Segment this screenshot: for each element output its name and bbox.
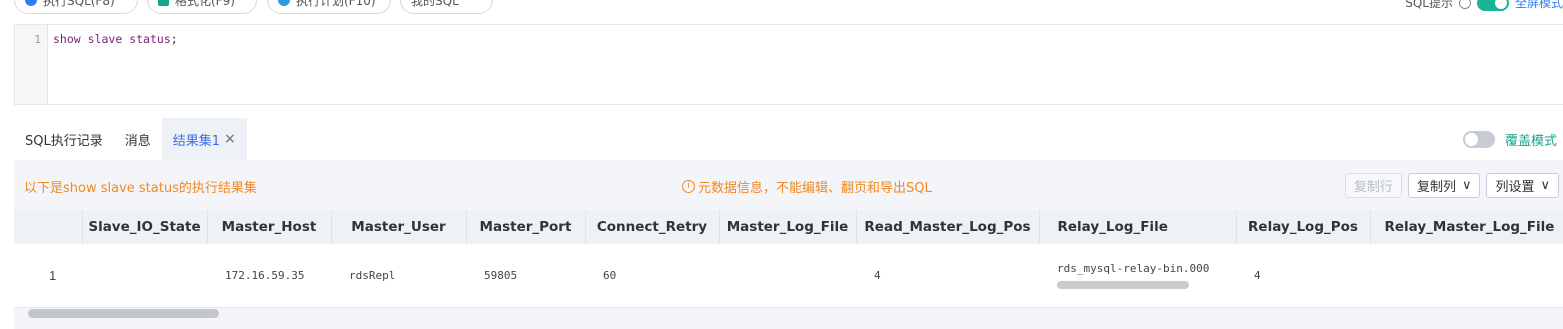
info-icon: i xyxy=(682,180,695,193)
format-icon xyxy=(158,0,169,6)
cell-scrollbar[interactable] xyxy=(1057,280,1189,289)
result-tabs: SQL执行记录 消息 结果集1 × xyxy=(14,118,247,160)
tab-sql-history[interactable]: SQL执行记录 xyxy=(14,118,114,160)
line-number: 1 xyxy=(34,33,41,46)
cell-text: rds_mysql-relay-bin.000 xyxy=(1057,261,1210,275)
column-header[interactable]: Relay_Log_File xyxy=(1039,210,1237,244)
code-keyword: status xyxy=(129,32,171,46)
column-header[interactable]: Read_Master_Log_Pos xyxy=(856,210,1040,244)
table-row[interactable]: 1 172.16.59.35 rdsRepl 59805 60 4 rds_my… xyxy=(14,244,1563,308)
help-icon[interactable] xyxy=(1458,0,1471,9)
code-keyword: show xyxy=(53,32,81,46)
row-number: 1 xyxy=(14,244,82,308)
explain-plan-button[interactable]: 执行计划(F10) xyxy=(267,0,391,14)
column-header[interactable]: Connect_Retry xyxy=(585,210,720,244)
close-icon[interactable]: × xyxy=(224,131,236,147)
column-header[interactable]: Relay_Log_Pos xyxy=(1236,210,1371,244)
warning-text: 元数据信息，不能编辑、翻页和导出SQL xyxy=(698,181,932,196)
table-cell[interactable] xyxy=(719,244,856,308)
override-mode-toggle[interactable] xyxy=(1462,131,1495,148)
tab-messages[interactable]: 消息 xyxy=(114,118,162,160)
sql-hint-label: SQL提示 xyxy=(1405,0,1453,10)
column-settings-button[interactable]: 列设置 ∨ xyxy=(1486,173,1559,198)
table-cell[interactable]: 59805 xyxy=(466,244,585,308)
format-button[interactable]: 格式化(F9) xyxy=(147,0,257,14)
sql-editor[interactable]: 1 show slave status; xyxy=(14,24,1563,105)
result-grid[interactable]: Slave_IO_State Master_Host Master_User M… xyxy=(14,210,1563,310)
full-screen-link[interactable]: 全屏模式 xyxy=(1515,0,1563,11)
execute-sql-button[interactable]: 执行SQL(F8) xyxy=(14,0,138,14)
table-cell[interactable]: 172.16.59.35 xyxy=(207,244,331,308)
result-description: 以下是show slave status的执行结果集 xyxy=(24,181,257,196)
chevron-down-icon: ∨ xyxy=(1461,178,1472,193)
copy-row-button[interactable]: 复制行 xyxy=(1344,173,1402,198)
my-sql-button[interactable]: 我的SQL xyxy=(400,0,493,14)
result-table: Slave_IO_State Master_Host Master_User M… xyxy=(14,210,1563,308)
play-icon xyxy=(25,0,37,6)
column-header[interactable]: Relay_Master_Log_File xyxy=(1370,210,1563,244)
code-line[interactable]: show slave status; xyxy=(53,32,178,46)
table-cell[interactable]: 4 xyxy=(856,244,1039,308)
chevron-down-icon: ∨ xyxy=(1540,178,1550,193)
override-mode-label: 覆盖模式 xyxy=(1504,134,1557,149)
override-mode: 覆盖模式 xyxy=(1462,130,1557,149)
plan-icon xyxy=(278,0,290,6)
column-header[interactable] xyxy=(14,210,83,244)
result-actions: 复制行 复制列 ∨ 列设置 ∨ xyxy=(1344,173,1559,198)
sql-hint-toggle[interactable] xyxy=(1476,0,1509,11)
horizontal-scrollbar[interactable] xyxy=(28,309,219,318)
code-keyword: slave xyxy=(87,32,123,46)
code-punct: ; xyxy=(170,32,178,46)
table-cell[interactable]: 4 xyxy=(1236,244,1370,308)
table-cell[interactable] xyxy=(1370,244,1563,308)
tab-result-set-1[interactable]: 结果集1 × xyxy=(161,118,247,160)
table-header-row: Slave_IO_State Master_Host Master_User M… xyxy=(14,210,1563,244)
table-cell[interactable] xyxy=(82,244,207,308)
table-cell-relay-log-file[interactable]: rds_mysql-relay-bin.000 xyxy=(1039,244,1236,308)
table-cell[interactable]: rdsRepl xyxy=(331,244,466,308)
toolbar-right: SQL提示 全屏模式 xyxy=(1405,0,1563,11)
column-header[interactable]: Master_Port xyxy=(466,210,586,244)
table-cell[interactable]: 60 xyxy=(585,244,719,308)
column-header[interactable]: Master_Log_File xyxy=(719,210,857,244)
column-header[interactable]: Slave_IO_State xyxy=(82,210,208,244)
column-header[interactable]: Master_User xyxy=(331,210,467,244)
metadata-warning: i 元数据信息，不能编辑、翻页和导出SQL xyxy=(682,177,932,196)
sql-toolbar: 执行SQL(F8) 格式化(F9) 执行计划(F10) 我的SQL SQL提示 … xyxy=(0,0,1563,16)
column-header[interactable]: Master_Host xyxy=(207,210,332,244)
line-number-gutter: 1 xyxy=(15,25,48,104)
copy-column-button[interactable]: 复制列 ∨ xyxy=(1407,173,1481,198)
